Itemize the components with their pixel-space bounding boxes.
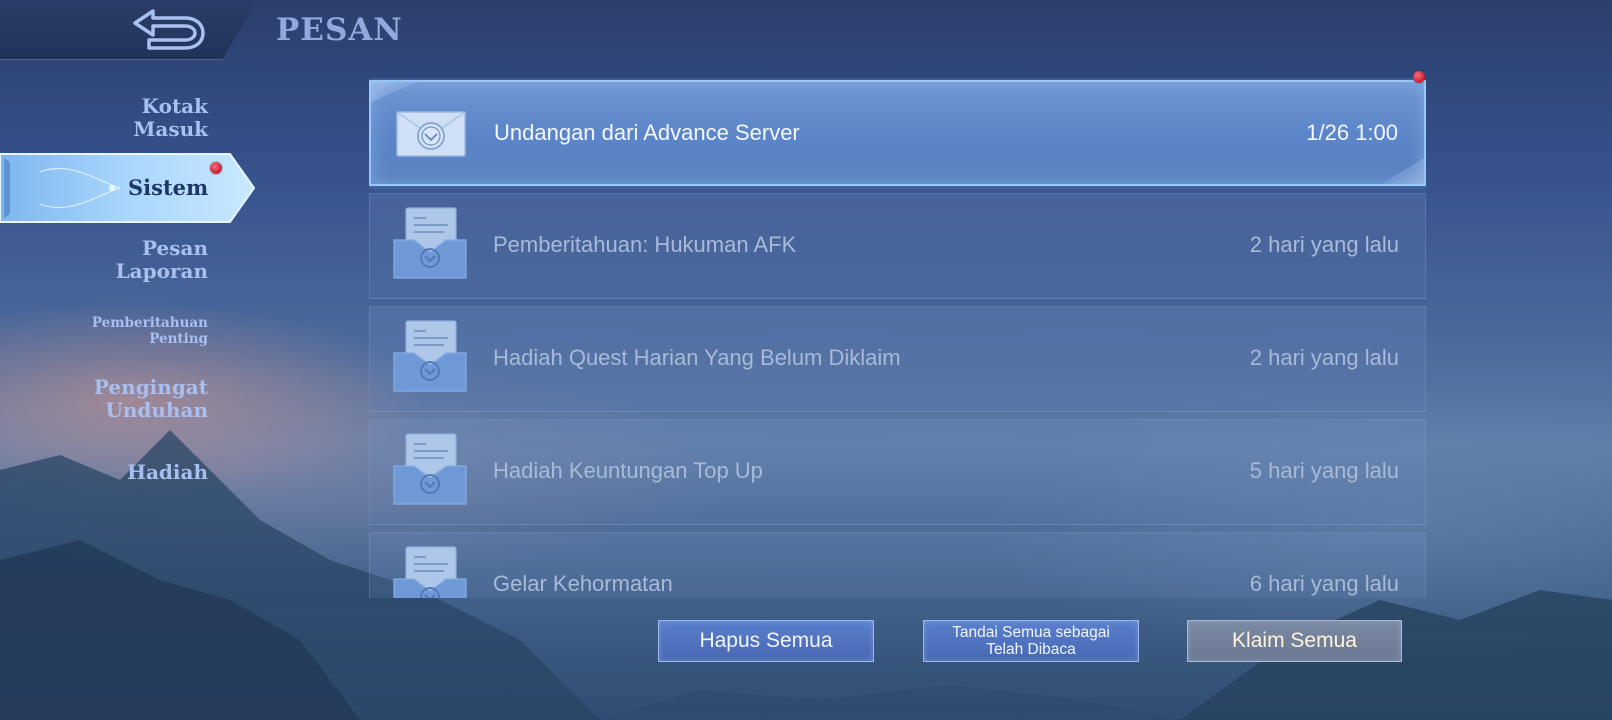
envelope-closed-icon [396,111,466,157]
message-time: 1/26 1:00 [1306,120,1398,145]
notification-dot [210,162,222,174]
page-title: PESAN [276,12,403,48]
claim-all-button[interactable]: Klaim Semua [1187,620,1402,662]
message-row[interactable]: Gelar Kehormatan 6 hari yang lalu [369,532,1426,598]
sidebar-item-system[interactable]: Sistem [0,152,256,224]
back-arrow-icon [133,9,205,50]
sidebar-item-label: Sistem [128,175,209,200]
sidebar-item-rewards[interactable]: Hadiah [127,461,208,484]
message-row[interactable]: Hadiah Keuntungan Top Up 5 hari yang lal… [369,419,1426,525]
message-title: Hadiah Quest Harian Yang Belum Diklaim [493,345,901,370]
mark-all-read-label: Telah Dibaca [986,641,1076,658]
notification-dot [1413,71,1425,83]
sidebar-item-label: Penting [149,331,208,347]
sidebar-item-inbox[interactable]: Kotak Masuk [133,95,208,141]
envelope-open-icon [393,546,467,598]
sidebar-item-important-notices[interactable]: Pemberitahuan Penting [92,315,208,347]
message-row[interactable]: Undangan dari Advance Server 1/26 1:00 [369,80,1426,186]
message-row[interactable]: Hadiah Quest Harian Yang Belum Diklaim 2… [369,306,1426,412]
back-button[interactable] [126,6,208,52]
sidebar-item-download-reminder[interactable]: Pengingat Unduhan [94,376,208,422]
message-title: Pemberitahuan: Hukuman AFK [493,232,797,257]
mark-all-read-label: Tandai Semua sebagai [952,624,1110,641]
delete-all-button[interactable]: Hapus Semua [658,620,874,662]
envelope-open-icon [393,320,467,392]
message-time: 5 hari yang lalu [1249,458,1399,483]
envelope-open-icon [393,433,467,505]
message-title: Undangan dari Advance Server [494,120,800,145]
mark-all-read-button[interactable]: Tandai Semua sebagai Telah Dibaca [923,620,1139,662]
sidebar-item-label: Pengingat [93,375,208,399]
message-title: Gelar Kehormatan [493,571,673,596]
message-time: 2 hari yang lalu [1249,345,1399,370]
sidebar-item-label: Laporan [115,259,208,283]
sidebar-item-label: Pesan [142,236,208,260]
message-time: 2 hari yang lalu [1249,232,1399,257]
sidebar-item-label: Masuk [133,117,208,141]
sidebar-item-label: Pemberitahuan [91,315,208,331]
sidebar-item-label: Hadiah [127,460,208,484]
envelope-open-icon [393,207,467,279]
message-list[interactable]: Undangan dari Advance Server 1/26 1:00 P… [369,78,1426,598]
message-title: Hadiah Keuntungan Top Up [493,458,763,483]
message-row[interactable]: Pemberitahuan: Hukuman AFK 2 hari yang l… [369,193,1426,299]
message-time: 6 hari yang lalu [1249,571,1399,596]
sidebar-item-label: Kotak [141,94,208,118]
sidebar-item-report-messages[interactable]: Pesan Laporan [116,237,208,283]
sidebar-item-label: Unduhan [105,398,208,422]
